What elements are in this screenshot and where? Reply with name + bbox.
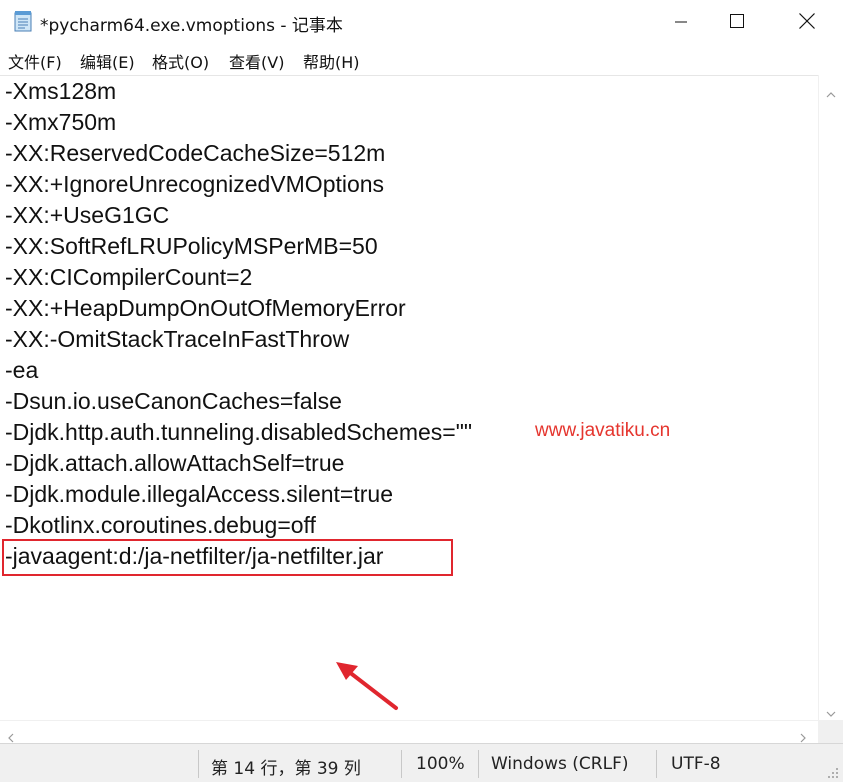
notepad-icon xyxy=(14,10,32,32)
menu-file[interactable]: 文件(F) xyxy=(8,49,62,73)
highlight-box xyxy=(2,539,453,576)
maximize-button[interactable] xyxy=(714,0,760,45)
text-line: -XX:-OmitStackTraceInFastThrow xyxy=(5,326,350,352)
menu-help[interactable]: 帮助(H) xyxy=(303,49,360,73)
window-title: *pycharm64.exe.vmoptions - 记事本 xyxy=(40,16,343,36)
text-line: -Djdk.module.illegalAccess.silent=true xyxy=(5,481,393,507)
status-bar: 第 14 行，第 39 列 100% Windows (CRLF) UTF-8 xyxy=(0,743,843,782)
horizontal-scrollbar[interactable] xyxy=(0,720,818,744)
text-line: -Xms128m xyxy=(5,78,117,104)
vertical-scrollbar[interactable] xyxy=(818,75,843,720)
title-bar[interactable]: *pycharm64.exe.vmoptions - 记事本 xyxy=(0,0,843,45)
text-line: -Dkotlinx.coroutines.debug=off xyxy=(5,512,316,538)
status-encoding: UTF-8 xyxy=(671,754,721,774)
text-line: -Djdk.http.auth.tunneling.disabledScheme… xyxy=(5,419,473,445)
scroll-down-icon[interactable] xyxy=(826,702,836,721)
watermark-text: www.javatiku.cn xyxy=(535,420,671,441)
status-separator xyxy=(478,750,479,778)
red-arrow-icon xyxy=(330,656,410,716)
status-separator xyxy=(656,750,657,778)
minimize-icon xyxy=(675,13,687,32)
maximize-icon xyxy=(730,13,744,32)
text-line: -XX:CICompilerCount=2 xyxy=(5,264,253,290)
menu-edit[interactable]: 编辑(E) xyxy=(80,49,135,73)
text-line: -ea xyxy=(5,357,39,383)
text-line: -Dsun.io.useCanonCaches=false xyxy=(5,388,342,414)
text-editor[interactable]: -Xms128m -Xmx750m -XX:ReservedCodeCacheS… xyxy=(0,75,818,721)
status-separator xyxy=(198,750,199,778)
text-line: -XX:+HeapDumpOnOutOfMemoryError xyxy=(5,295,406,321)
status-separator xyxy=(401,750,402,778)
scrollbar-corner xyxy=(818,720,843,743)
status-zoom: 100% xyxy=(416,754,465,774)
text-line: -XX:+IgnoreUnrecognizedVMOptions xyxy=(5,171,385,197)
text-line: -XX:ReservedCodeCacheSize=512m xyxy=(5,140,386,166)
minimize-button[interactable] xyxy=(658,0,704,45)
menu-format[interactable]: 格式(O) xyxy=(152,49,209,73)
text-line: -XX:SoftRefLRUPolicyMSPerMB=50 xyxy=(5,233,378,259)
status-line-ending: Windows (CRLF) xyxy=(491,754,629,774)
close-button[interactable] xyxy=(784,0,830,45)
close-icon xyxy=(799,12,815,33)
text-line: -Djdk.attach.allowAttachSelf=true xyxy=(5,450,345,476)
text-line: -XX:+UseG1GC xyxy=(5,202,170,228)
resize-grip-icon[interactable] xyxy=(825,764,839,778)
status-cursor-position: 第 14 行，第 39 列 xyxy=(211,759,361,779)
scroll-up-icon[interactable] xyxy=(826,83,836,102)
menu-bar: 文件(F) 编辑(E) 格式(O) 查看(V) 帮助(H) xyxy=(0,45,843,75)
menu-view[interactable]: 查看(V) xyxy=(229,49,284,73)
text-line: -Xmx750m xyxy=(5,109,117,135)
